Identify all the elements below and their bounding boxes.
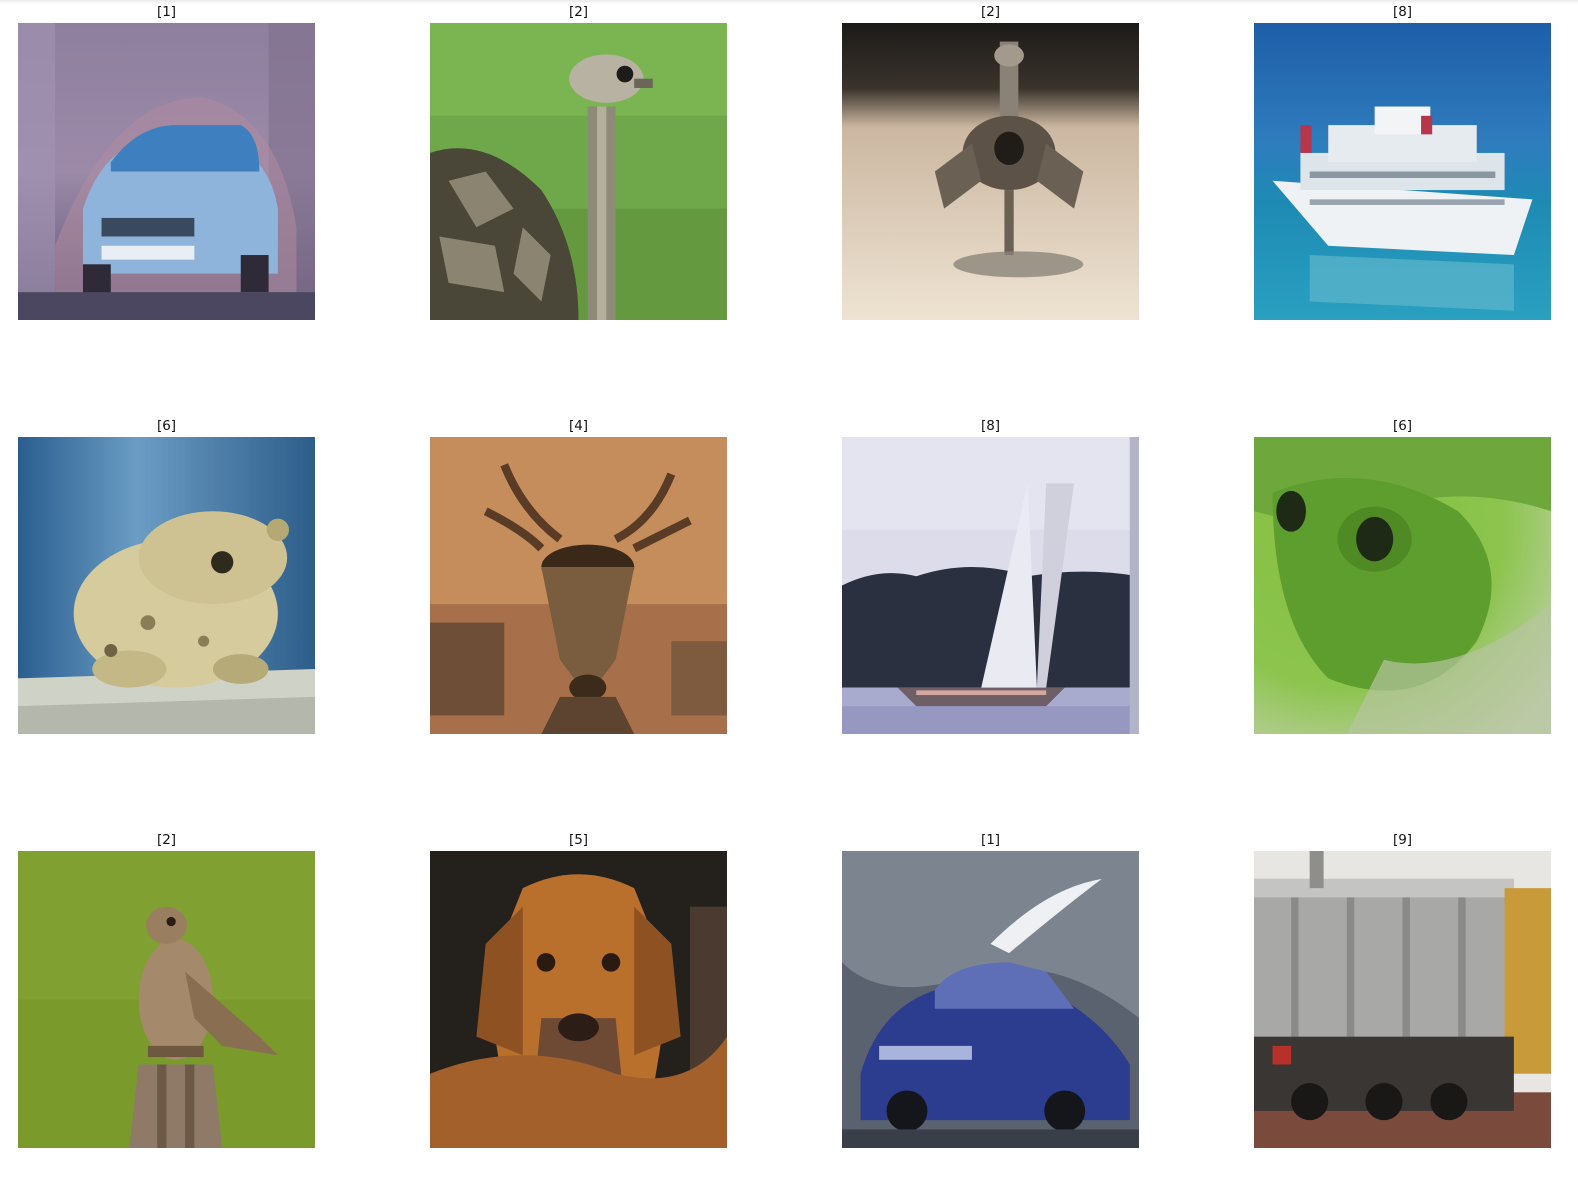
image-label: [5] [568,832,589,848]
cruise-ship-image [1254,23,1551,320]
image-label: [6] [1392,418,1413,434]
deer-image [430,437,727,734]
hawk-image [18,851,315,1148]
car-image [18,23,315,320]
blue-car-image [842,851,1139,1148]
image-label: [1] [980,832,1001,848]
sailboat-image [842,437,1139,734]
toad-image [18,437,315,734]
ostrich-image [430,23,727,320]
truck-image [1254,851,1551,1148]
bird-sand-image [842,23,1139,320]
image-label: [2] [980,4,1001,20]
image-label: [6] [156,418,177,434]
image-label: [9] [1392,832,1413,848]
image-label: [8] [1392,4,1413,20]
image-label: [4] [568,418,589,434]
dog-image [430,851,727,1148]
image-label: [2] [156,832,177,848]
image-label: [8] [980,418,1001,434]
image-label: [1] [156,4,177,20]
image-label: [2] [568,4,589,20]
green-frog-image [1254,437,1551,734]
